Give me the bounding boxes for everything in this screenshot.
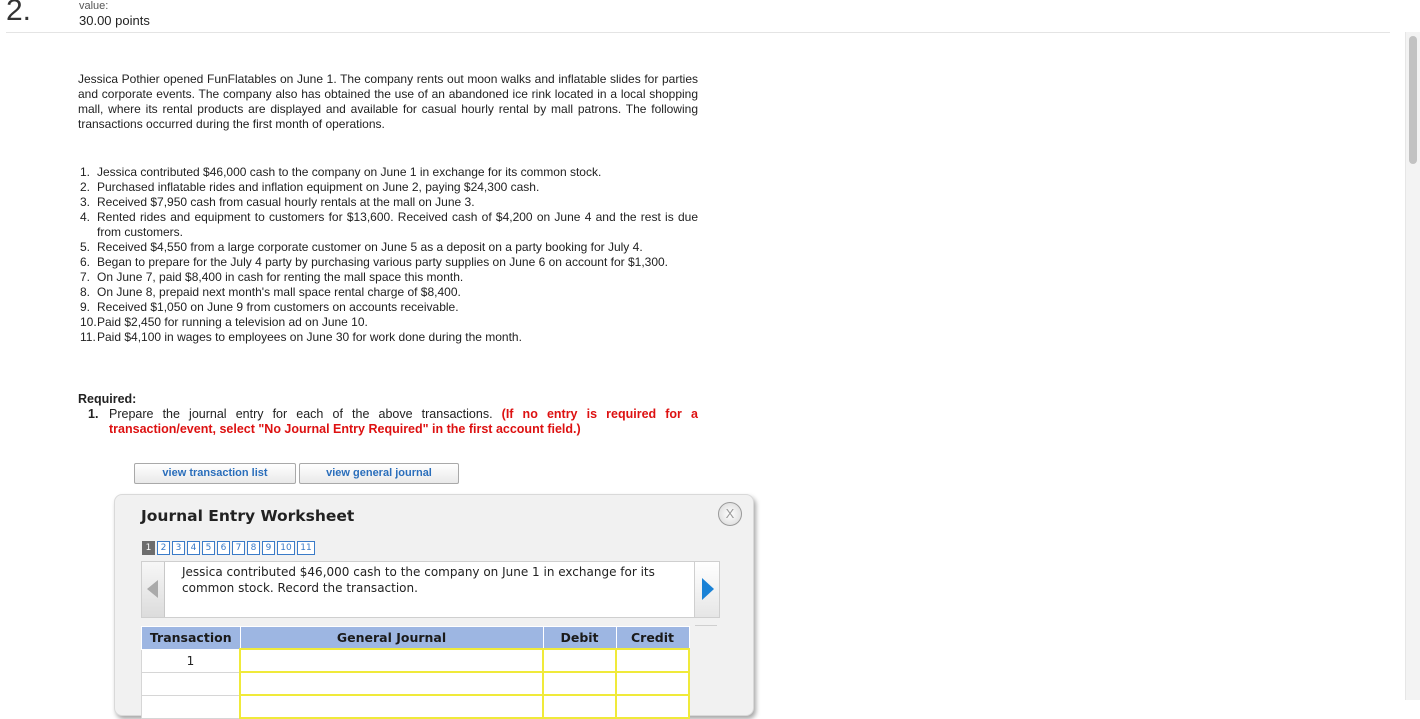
transaction-text: Received $4,550 from a large corporate c… bbox=[97, 240, 643, 254]
scrollbar-thumb[interactable] bbox=[1409, 36, 1417, 164]
list-item: 10. Paid $2,450 for running a television … bbox=[80, 315, 698, 330]
question-number: 2. bbox=[6, 0, 32, 27]
page-button-2[interactable]: 2 bbox=[157, 541, 170, 555]
transaction-description: Jessica contributed $46,000 cash to the … bbox=[182, 565, 655, 595]
page-button-3[interactable]: 3 bbox=[172, 541, 185, 555]
list-item: 6. Began to prepare for the July 4 party … bbox=[80, 255, 698, 270]
transaction-number: 1. bbox=[80, 165, 91, 179]
worksheet-title: Journal Entry Worksheet bbox=[141, 507, 355, 525]
debit-input[interactable] bbox=[542, 694, 617, 719]
page-button-4[interactable]: 4 bbox=[187, 541, 200, 555]
divider bbox=[695, 625, 717, 626]
transaction-text: Paid $4,100 in wages to employees on Jun… bbox=[97, 330, 522, 344]
arrow-right-icon bbox=[702, 578, 714, 600]
transaction-text: Jessica contributed $46,000 cash to the … bbox=[97, 165, 602, 179]
transaction-cell: 1 bbox=[141, 648, 241, 673]
required-heading: Required: bbox=[78, 392, 137, 406]
transaction-number: 7. bbox=[80, 270, 91, 284]
journal-table: Transaction General Journal Debit Credit… bbox=[141, 626, 690, 719]
previous-transaction-button[interactable] bbox=[142, 562, 165, 617]
transaction-number: 4. bbox=[80, 210, 91, 224]
page-button-5[interactable]: 5 bbox=[202, 541, 215, 555]
journal-row bbox=[141, 694, 690, 719]
transaction-number: 6. bbox=[80, 255, 91, 269]
credit-input[interactable] bbox=[615, 694, 690, 719]
transaction-number: 10. bbox=[80, 315, 97, 329]
list-item: 7. On June 7, paid $8,400 in cash for ren… bbox=[80, 270, 698, 285]
page-button-1[interactable]: 1 bbox=[142, 541, 155, 555]
journal-entry-worksheet: Journal Entry Worksheet X 1 2 3 4 5 6 7 8 9 10 11 … bbox=[114, 494, 754, 719]
transaction-cell bbox=[141, 671, 241, 696]
transaction-number: 8. bbox=[80, 285, 91, 299]
transaction-text: Began to prepare for the July 4 party by… bbox=[97, 255, 669, 269]
account-input[interactable] bbox=[239, 694, 544, 719]
page-button-11[interactable]: 11 bbox=[297, 541, 315, 555]
value-label: value: bbox=[79, 0, 109, 12]
column-header-debit: Debit bbox=[542, 626, 617, 650]
journal-header-row: Transaction General Journal Debit Credit bbox=[141, 626, 690, 650]
list-item: 11. Paid $4,100 in wages to employees on … bbox=[80, 330, 698, 345]
page-button-9[interactable]: 9 bbox=[262, 541, 275, 555]
transaction-text: Rented rides and equipment to customers … bbox=[97, 210, 698, 239]
journal-row: 1 bbox=[141, 648, 690, 673]
list-item: 4. Rented rides and equipment to customer… bbox=[80, 210, 698, 240]
page-scrollbar[interactable] bbox=[1405, 32, 1420, 700]
debit-input[interactable] bbox=[542, 648, 617, 673]
list-item: 9. Received $1,050 on June 9 from custome… bbox=[80, 300, 698, 315]
list-item: 5. Received $4,550 from a large corporate… bbox=[80, 240, 698, 255]
transaction-text: On June 8, prepaid next month's mall spa… bbox=[97, 285, 461, 299]
list-item: 2. Purchased inflatable rides and inflati… bbox=[80, 180, 698, 195]
close-icon[interactable]: X bbox=[718, 502, 742, 526]
transaction-number: 11. bbox=[80, 330, 96, 344]
problem-intro: Jessica Pothier opened FunFlatables on J… bbox=[78, 72, 698, 131]
page-button-6[interactable]: 6 bbox=[217, 541, 230, 555]
requirement-text: Prepare the journal entry for each of th… bbox=[109, 407, 698, 437]
transaction-text: Received $7,950 cash from casual hourly … bbox=[97, 195, 475, 209]
column-header-credit: Credit bbox=[615, 626, 690, 650]
transaction-text: Purchased inflatable rides and inflation… bbox=[97, 180, 540, 194]
credit-input[interactable] bbox=[615, 671, 690, 696]
transaction-number: 2. bbox=[80, 180, 91, 194]
journal-row bbox=[141, 671, 690, 696]
requirement-number: 1. bbox=[88, 407, 99, 421]
transaction-number: 9. bbox=[80, 300, 91, 314]
column-header-general-journal: General Journal bbox=[239, 626, 544, 650]
view-transaction-list-button[interactable]: view transaction list bbox=[134, 463, 296, 484]
requirement-1: 1. Prepare the journal entry for each of… bbox=[88, 407, 698, 437]
divider bbox=[6, 32, 1390, 33]
page-button-10[interactable]: 10 bbox=[277, 541, 295, 555]
view-general-journal-button[interactable]: view general journal bbox=[299, 463, 459, 484]
transaction-text: Received $1,050 on June 9 from customers… bbox=[97, 300, 459, 314]
transaction-number: 3. bbox=[80, 195, 91, 209]
transaction-list: 1. Jessica contributed $46,000 cash to th… bbox=[80, 165, 698, 345]
list-item: 1. Jessica contributed $46,000 cash to th… bbox=[80, 165, 698, 180]
requirement-instruction: Prepare the journal entry for each of th… bbox=[109, 407, 493, 421]
page-button-7[interactable]: 7 bbox=[232, 541, 245, 555]
transaction-text: Paid $2,450 for running a television ad … bbox=[97, 315, 368, 329]
arrow-left-icon bbox=[147, 580, 158, 598]
next-transaction-button[interactable] bbox=[694, 562, 719, 617]
value-points: 30.00 points bbox=[79, 13, 150, 28]
debit-input[interactable] bbox=[542, 671, 617, 696]
transaction-number: 5. bbox=[80, 240, 91, 254]
credit-input[interactable] bbox=[615, 648, 690, 673]
transaction-description-box: Jessica contributed $46,000 cash to the … bbox=[141, 561, 720, 618]
transaction-cell bbox=[141, 694, 241, 719]
transaction-pager: 1 2 3 4 5 6 7 8 9 10 11 bbox=[142, 541, 315, 555]
column-header-transaction: Transaction bbox=[141, 626, 241, 650]
account-input[interactable] bbox=[239, 671, 544, 696]
list-item: 8. On June 8, prepaid next month's mall s… bbox=[80, 285, 698, 300]
transaction-text: On June 7, paid $8,400 in cash for renti… bbox=[97, 270, 464, 284]
account-input[interactable] bbox=[239, 648, 544, 673]
page-button-8[interactable]: 8 bbox=[247, 541, 260, 555]
list-item: 3. Received $7,950 cash from casual hourl… bbox=[80, 195, 698, 210]
